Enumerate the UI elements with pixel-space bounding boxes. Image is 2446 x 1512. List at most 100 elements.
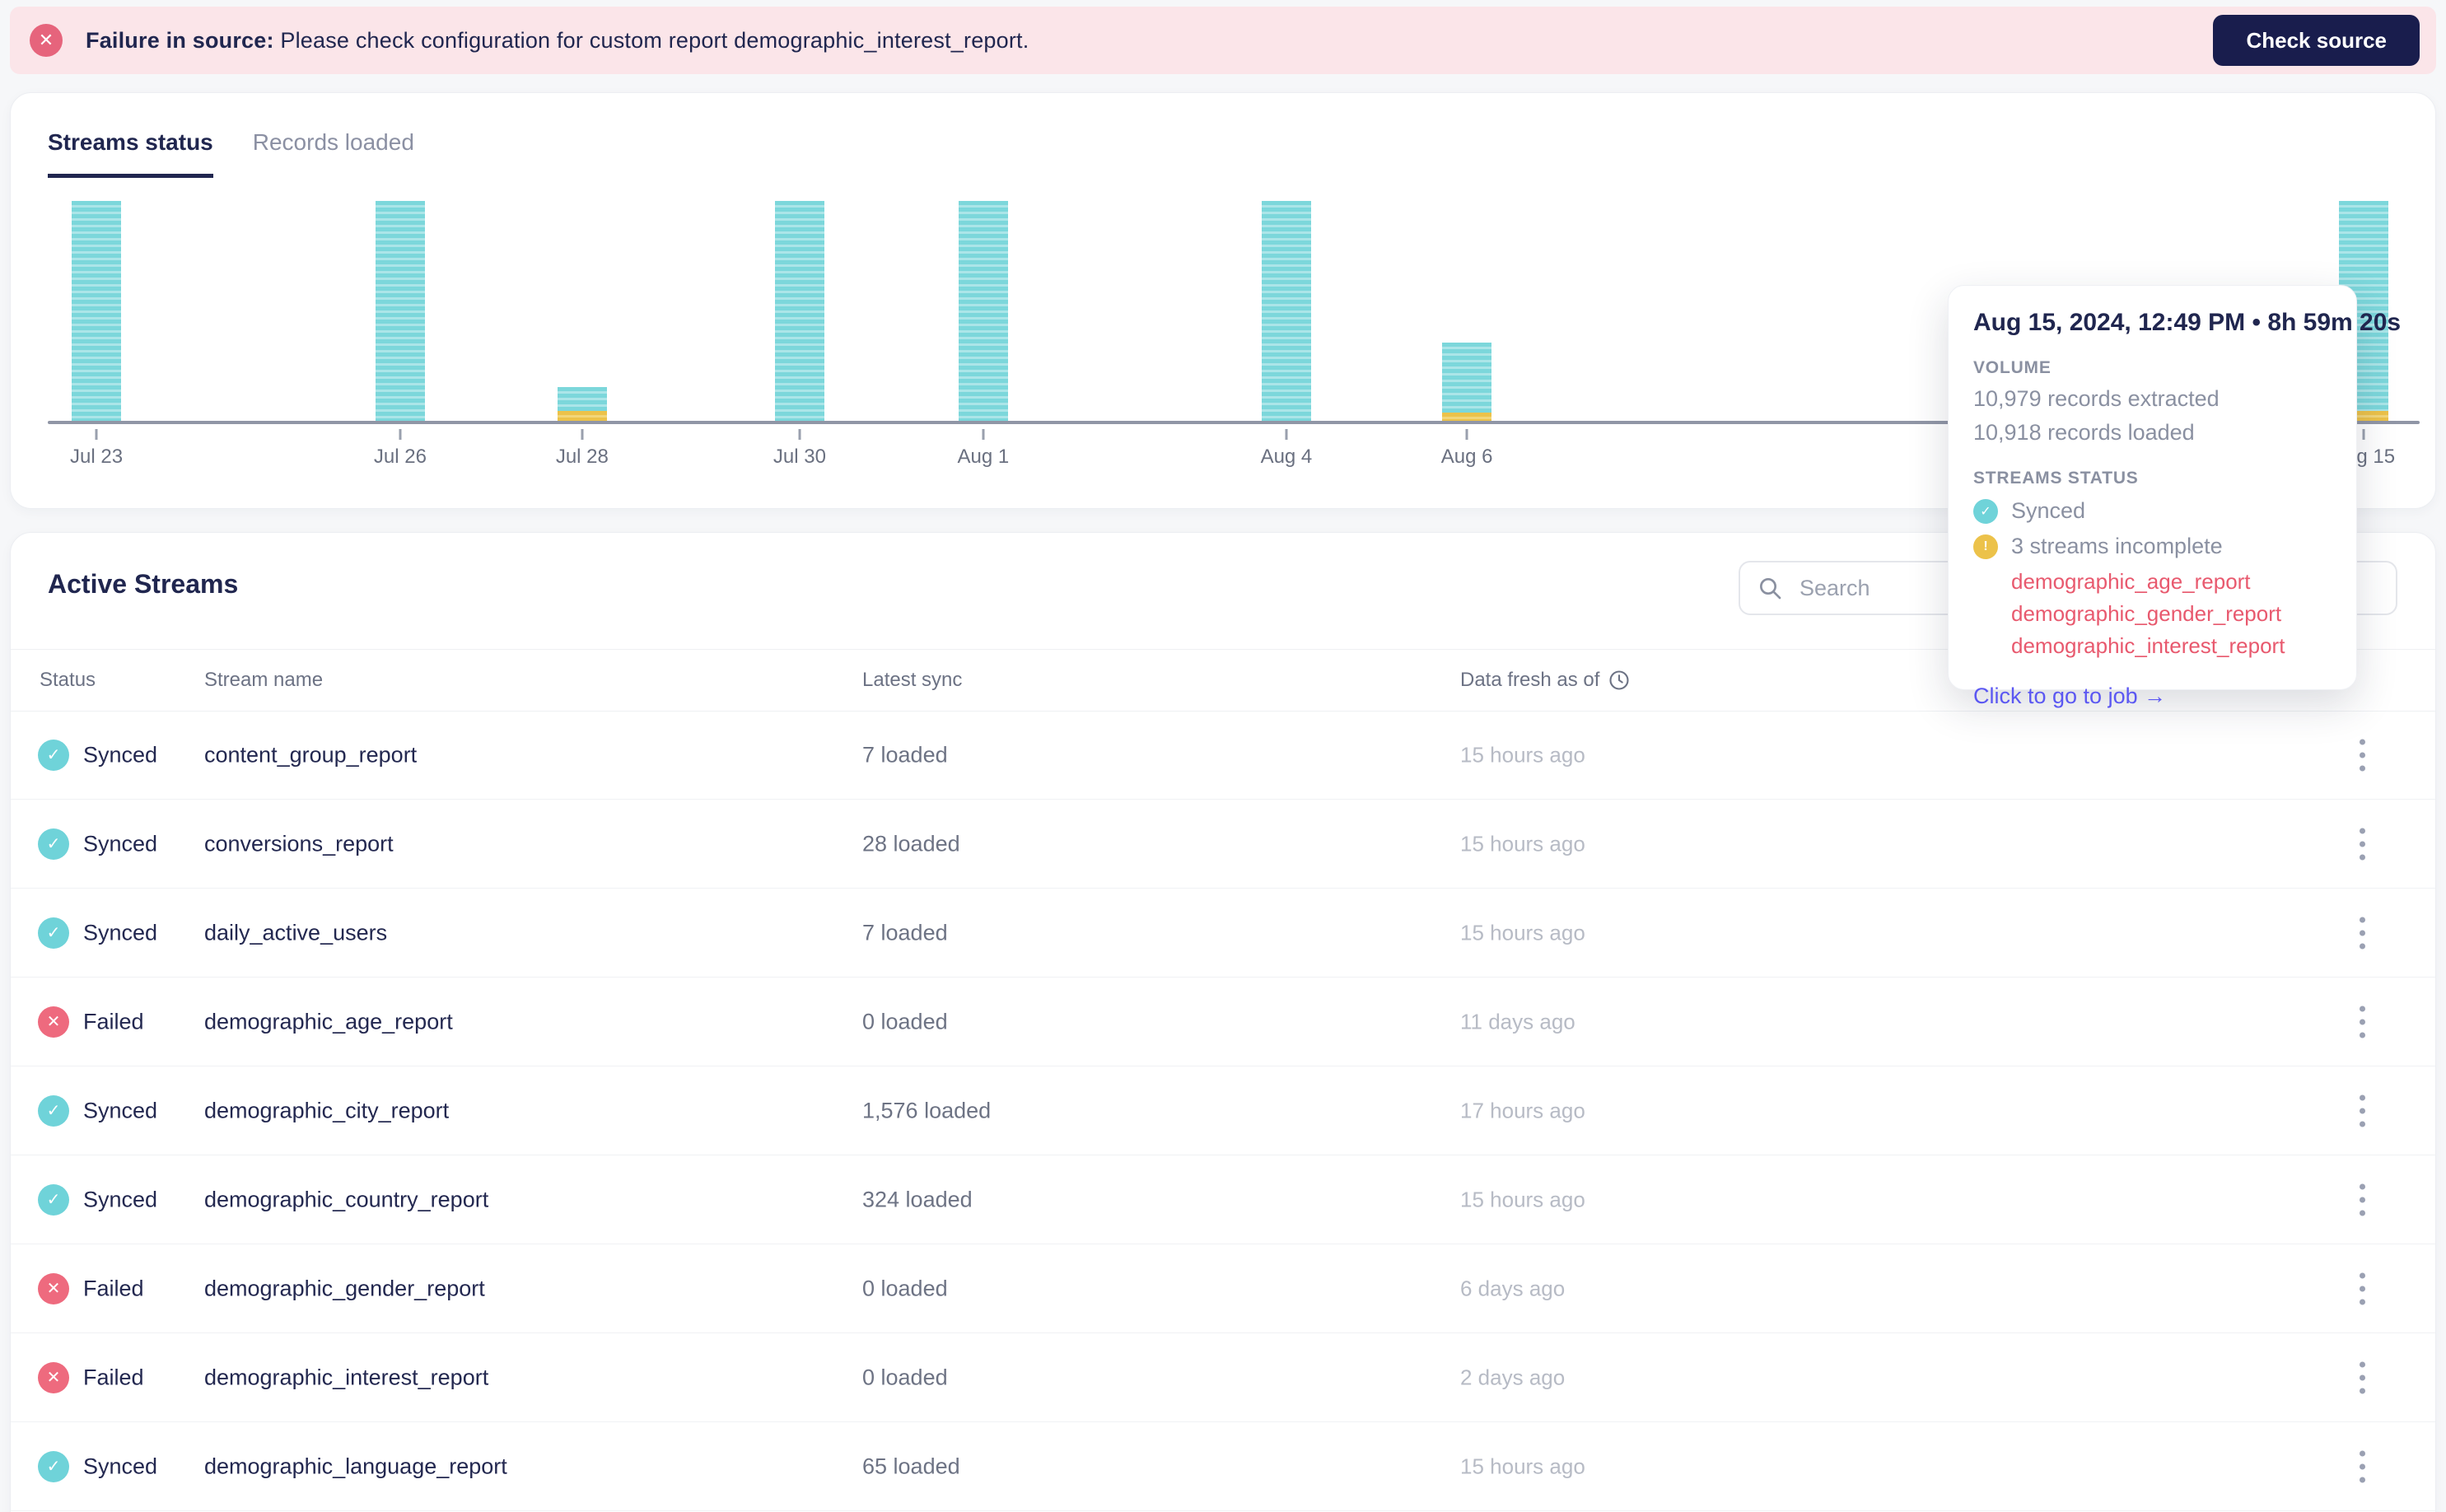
error-circle-icon: ✕ (30, 24, 63, 57)
row-menu-kebab-icon[interactable] (2355, 734, 2370, 776)
table-row[interactable]: ✓ Synced demographic_country_report 324 loa… (11, 1155, 2435, 1244)
table-row[interactable]: ✕ Failed demographic_interest_report 0 load… (11, 1333, 2435, 1422)
column-header-latest-sync: Latest sync (862, 669, 963, 691)
active-streams-heading: Active Streams (48, 569, 239, 599)
bar-synced-segment (774, 201, 824, 422)
synced-check-icon: ✓ (38, 1094, 69, 1127)
alert-message: Failure in source: Please check configur… (86, 28, 1029, 54)
tooltip-streams-status-label: STREAMS STATUS (1973, 469, 2139, 488)
x-axis-tick (399, 429, 402, 440)
x-axis-label: Jul 28 (555, 446, 609, 468)
stream-status-label: Synced (83, 1187, 158, 1211)
failure-alert-banner: ✕ Failure in source: Please check config… (10, 7, 2436, 74)
table-row[interactable]: ✓ Synced demographic_city_report 1,576 load… (11, 1066, 2435, 1155)
latest-sync-value: 28 loaded (862, 831, 960, 856)
chart-bar-aug-4[interactable] (1261, 201, 1311, 422)
latest-sync-value: 0 loaded (862, 1009, 948, 1034)
chart-bar-aug-6[interactable] (1442, 343, 1492, 422)
data-fresh-value: 15 hours ago (1460, 831, 1585, 856)
sync-tooltip: Aug 15, 2024, 12:49 PM • 8h 59m 20s VOLU… (1948, 285, 2401, 708)
row-menu-kebab-icon[interactable] (2355, 1001, 2370, 1043)
bar-synced-segment (557, 387, 607, 411)
bar-synced-segment (375, 201, 425, 422)
synced-check-icon: ✓ (38, 917, 69, 949)
chart-bar-jul-30[interactable] (774, 201, 824, 422)
alert-message-bold: Failure in source: (86, 27, 274, 53)
bar-synced-segment (958, 201, 1008, 422)
latest-sync-value: 324 loaded (862, 1187, 973, 1211)
table-row[interactable]: ✓ Synced demographic_language_report 65 loa… (11, 1422, 2435, 1511)
stream-name: daily_active_users (204, 920, 388, 945)
search-icon (1760, 578, 1781, 600)
failed-stream-link[interactable]: demographic_gender_report (2011, 601, 2332, 627)
stream-name: conversions_report (204, 831, 394, 856)
row-menu-kebab-icon[interactable] (2355, 1090, 2370, 1132)
latest-sync-value: 0 loaded (862, 1365, 948, 1389)
data-fresh-value: 15 hours ago (1460, 742, 1585, 767)
table-row[interactable]: ✓ Synced conversions_report 28 loaded 15 hou… (11, 800, 2435, 889)
table-row[interactable]: ✕ Failed demographic_gender_report 0 loaded… (11, 1244, 2435, 1333)
tooltip-incomplete-label: 3 streams incomplete (2011, 534, 2223, 558)
go-to-job-link[interactable]: Click to go to job → (1973, 684, 2332, 709)
row-menu-kebab-icon[interactable] (2355, 1445, 2370, 1487)
x-axis-tick (1465, 429, 1468, 440)
warning-icon: ! (1973, 534, 1998, 559)
column-header-data-fresh-label: Data fresh as of (1460, 669, 1600, 691)
chart-tabs: Streams status Records loaded (48, 129, 414, 178)
table-row[interactable]: ✓ Synced daily_active_users 7 loaded 15 hour… (11, 889, 2435, 978)
failed-stream-link[interactable]: demographic_age_report (2011, 569, 2332, 595)
tab-records-loaded[interactable]: Records loaded (253, 129, 414, 178)
row-menu-kebab-icon[interactable] (2355, 1356, 2370, 1398)
stream-name: demographic_interest_report (204, 1365, 489, 1389)
x-axis-label: Jul 26 (373, 446, 427, 468)
latest-sync-value: 0 loaded (862, 1276, 948, 1300)
bar-synced-segment (1261, 201, 1311, 422)
check-source-button[interactable]: Check source (2213, 15, 2420, 66)
table-row[interactable]: ✓ Synced content_group_report 7 loaded 15 ho… (11, 711, 2435, 800)
stream-name: demographic_city_report (204, 1098, 450, 1122)
tooltip-volume-label: VOLUME (1973, 358, 2052, 377)
data-fresh-value: 11 days ago (1460, 1009, 1575, 1034)
latest-sync-value: 65 loaded (862, 1454, 960, 1478)
stream-name: demographic_gender_report (204, 1276, 485, 1300)
stream-status-label: Failed (83, 1276, 144, 1300)
synced-check-icon: ✓ (1973, 498, 1998, 524)
x-axis-tick (581, 429, 584, 440)
x-axis-tick (798, 429, 801, 440)
failed-x-icon: ✕ (38, 1361, 69, 1393)
synced-check-icon: ✓ (38, 1183, 69, 1216)
table-row[interactable]: ✕ Failed demographic_age_report 0 loaded 11 … (11, 978, 2435, 1066)
stream-status-label: Synced (83, 1098, 158, 1122)
row-menu-kebab-icon[interactable] (2355, 1178, 2370, 1220)
stream-status-label: Synced (83, 1454, 158, 1478)
stream-name: demographic_language_report (204, 1454, 507, 1478)
data-fresh-value: 6 days ago (1460, 1276, 1566, 1300)
row-menu-kebab-icon[interactable] (2355, 1267, 2370, 1309)
chart-bar-jul-26[interactable] (375, 201, 425, 422)
bar-synced-segment (72, 201, 122, 422)
tab-streams-status[interactable]: Streams status (48, 129, 213, 178)
chart-bar-jul-23[interactable] (72, 201, 122, 422)
data-fresh-value: 15 hours ago (1460, 1454, 1585, 1478)
column-header-status: Status (40, 669, 96, 691)
x-axis-label: Jul 30 (773, 446, 826, 468)
tooltip-failed-streams: demographic_age_report demographic_gender… (2011, 569, 2332, 659)
failed-stream-link[interactable]: demographic_interest_report (2011, 633, 2332, 659)
tooltip-incomplete-row: ! 3 streams incomplete (1973, 534, 2332, 559)
chart-bar-jul-28[interactable] (557, 387, 607, 422)
x-axis-label: Jul 23 (70, 446, 124, 468)
tooltip-records-loaded: 10,918 records loaded (1973, 420, 2195, 445)
column-header-stream-name: Stream name (204, 669, 324, 691)
chart-bar-aug-1[interactable] (958, 201, 1008, 422)
stream-status-label: Synced (83, 920, 158, 945)
latest-sync-value: 1,576 loaded (862, 1098, 992, 1122)
stream-name: demographic_age_report (204, 1009, 453, 1034)
row-menu-kebab-icon[interactable] (2355, 823, 2370, 865)
x-axis-label: Aug 1 (957, 446, 1010, 468)
clock-icon (1609, 670, 1629, 690)
tooltip-synced-label: Synced (2011, 498, 2086, 523)
row-menu-kebab-icon[interactable] (2355, 912, 2370, 954)
dashboard-screen: ✕ Failure in source: Please check config… (0, 0, 2446, 1512)
synced-check-icon: ✓ (38, 739, 69, 771)
stream-status-label: Synced (83, 831, 158, 856)
